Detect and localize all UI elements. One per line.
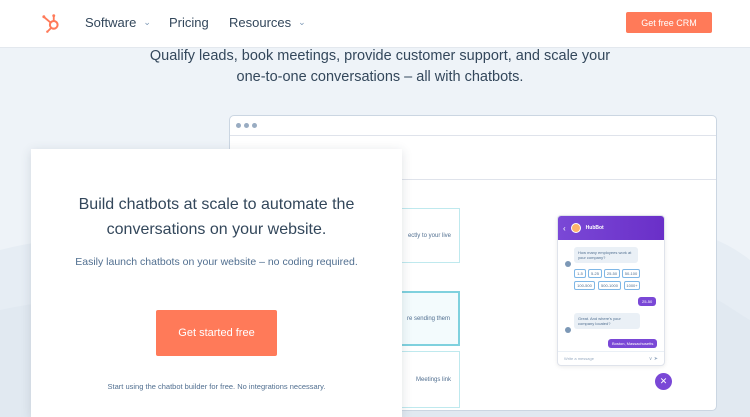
bot-mini-avatar: [565, 327, 571, 333]
mockup-task-card-active: re sending them: [398, 291, 460, 346]
hubspot-logo-icon[interactable]: [40, 12, 62, 34]
nav-software-label: Software: [85, 15, 137, 30]
bot-mini-avatar: [565, 261, 571, 267]
chat-option: 1-5: [574, 269, 586, 278]
hero-subtitle: Qualify leads, book meetings, provide cu…: [149, 48, 611, 85]
nav-resources-label: Resources: [229, 15, 292, 30]
chat-option: 100-500: [574, 281, 595, 290]
nav-resources[interactable]: Resources ⌄: [229, 15, 306, 30]
back-arrow-icon: ‹: [563, 223, 566, 233]
chat-bubble-user: 25-50: [638, 297, 657, 306]
chat-bubble-bot: How many employees work at your company?: [574, 247, 638, 263]
chat-bubble-user: Boston, Massachusetts: [608, 339, 658, 348]
mockup-task-label: Meetings link: [415, 376, 451, 383]
chat-option: 500-1000: [598, 281, 621, 290]
chat-option: 5-25: [588, 269, 602, 278]
chat-input-placeholder: Write a message: [564, 356, 594, 361]
chevron-down-icon: ⌄: [143, 17, 151, 27]
chat-option: 25-50: [604, 269, 620, 278]
mockup-task-card: Meetings link: [398, 351, 460, 408]
chat-bubble-bot: Great. And where's your company located?: [574, 313, 640, 329]
window-dot-icon: [244, 123, 249, 128]
card-note: Start using the chatbot builder for free…: [107, 382, 326, 391]
chatbot-promo-card: Build chatbots at scale to automate the …: [31, 149, 402, 417]
close-icon[interactable]: ✕: [655, 373, 672, 390]
get-free-crm-button[interactable]: Get free CRM: [626, 12, 712, 33]
mockup-task-label: re sending them: [406, 315, 450, 322]
chat-widget-mockup: ‹ HubBot How many employees work at your…: [557, 215, 665, 366]
window-dot-icon: [236, 123, 241, 128]
mockup-task-card: ectly to your live: [398, 208, 460, 263]
chat-title: HubBot: [585, 225, 604, 231]
nav-pricing-label: Pricing: [169, 15, 209, 30]
nav-pricing[interactable]: Pricing: [169, 15, 209, 30]
chat-option: 1000+: [624, 281, 640, 290]
mockup-task-label: ectly to your live: [407, 232, 451, 239]
chat-header: ‹ HubBot: [558, 216, 664, 240]
card-description: Easily launch chatbots on your website –…: [75, 256, 358, 268]
get-started-free-button[interactable]: Get started free: [156, 310, 277, 356]
browser-title-bar: [230, 116, 716, 136]
window-dot-icon: [252, 123, 257, 128]
nav-software[interactable]: Software ⌄: [85, 15, 151, 30]
card-title: Build chatbots at scale to automate the …: [78, 196, 355, 238]
chevron-down-icon: ⌄: [298, 17, 306, 27]
chat-option: 50-100: [622, 269, 640, 278]
bot-avatar: [570, 223, 581, 233]
chat-message-input: Write a message ∨ ➤: [558, 351, 664, 365]
top-nav: Software ⌄ Pricing Resources ⌄ Get free …: [0, 0, 750, 48]
attach-send-icon: ∨ ➤: [648, 356, 658, 362]
